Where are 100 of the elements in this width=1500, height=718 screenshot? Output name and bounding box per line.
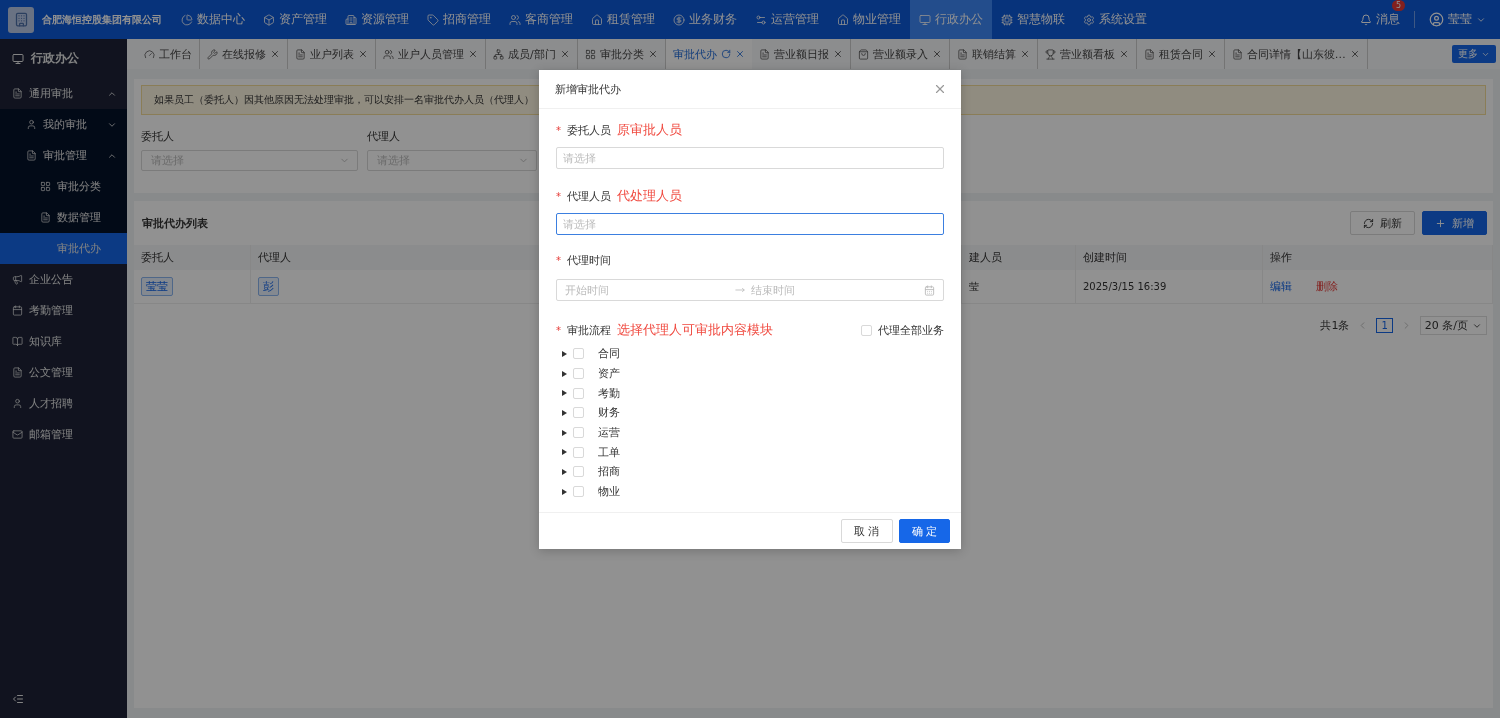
close-icon[interactable] — [734, 49, 745, 59]
column-header: 创建时间 — [1076, 245, 1263, 270]
page-number[interactable]: 1 — [1376, 318, 1393, 333]
sidebar-item[interactable]: 通用审批 — [0, 78, 127, 109]
tab[interactable]: 审批代办 — [665, 39, 752, 69]
sidebar-item[interactable]: 考勤管理 — [0, 295, 127, 326]
sidebar-item[interactable]: 审批管理 — [0, 140, 127, 171]
monitor-icon — [919, 13, 931, 26]
caret-icon — [562, 350, 567, 357]
pie-chart-icon — [181, 13, 193, 26]
chip-icon — [1001, 13, 1013, 26]
caret-icon — [562, 409, 567, 416]
more-button[interactable]: 更多 — [1452, 45, 1496, 63]
monitor-icon — [12, 52, 24, 65]
caret-icon — [562, 429, 567, 436]
checkbox[interactable] — [861, 324, 872, 336]
close-icon[interactable] — [832, 49, 843, 59]
checkbox[interactable] — [573, 446, 584, 458]
tag-icon — [427, 13, 439, 26]
close-icon[interactable] — [358, 49, 368, 59]
tab[interactable]: 联销结算 — [949, 39, 1038, 69]
tab[interactable]: 营业额看板 — [1037, 39, 1137, 69]
nav-item[interactable]: 运营管理 — [746, 0, 828, 39]
reload-icon[interactable] — [720, 49, 731, 59]
checkbox[interactable] — [573, 486, 584, 498]
checkbox[interactable] — [573, 427, 584, 439]
nav-item[interactable]: 行政办公 — [910, 0, 992, 39]
nav-item[interactable]: 客商管理 — [500, 0, 582, 39]
refresh-button[interactable]: 刷新 — [1350, 211, 1415, 235]
close-icon[interactable] — [1206, 49, 1217, 59]
caret-icon — [562, 468, 567, 475]
count-badge: 5 — [1392, 0, 1406, 11]
sidebar-item[interactable]: 公文管理 — [0, 357, 127, 388]
page-size-select[interactable]: 20 条/页 — [1419, 316, 1487, 335]
tab[interactable]: 营业额录入 — [850, 39, 950, 69]
cancel-button[interactable]: 取 消 — [841, 519, 893, 543]
nav-item[interactable]: 招商管理 — [418, 0, 500, 39]
tab[interactable]: 营业额日报 — [751, 39, 851, 69]
sidebar-item[interactable]: 审批分类 — [0, 171, 127, 202]
sidebar-item[interactable]: 人才招聘 — [0, 388, 127, 419]
nav-item[interactable]: 系统设置 — [1074, 0, 1156, 39]
house-icon — [591, 13, 603, 26]
close-icon[interactable] — [647, 49, 658, 59]
column-header: 操作 — [1263, 245, 1493, 270]
sidebar-item[interactable]: 数据管理 — [0, 202, 127, 233]
tab[interactable]: 租赁合同 — [1136, 39, 1225, 69]
close-icon[interactable] — [1118, 49, 1129, 59]
checkbox[interactable] — [573, 466, 584, 478]
delete-link[interactable]: 删除 — [1316, 279, 1338, 294]
checkbox[interactable] — [573, 368, 584, 380]
tab[interactable]: 合同详情【山东彼… — [1224, 39, 1368, 69]
tab[interactable]: 业户列表 — [288, 39, 376, 69]
checkbox[interactable] — [573, 348, 584, 360]
checkbox[interactable] — [573, 407, 584, 419]
document-icon — [40, 212, 51, 223]
gauge-icon — [144, 48, 155, 60]
tab[interactable]: 业户人员管理 — [376, 39, 486, 69]
tab[interactable]: 成员/部门 — [486, 39, 578, 69]
required-mark: * — [556, 255, 561, 266]
tab[interactable]: 在线报修 — [200, 39, 288, 69]
checkbox-label: 代理全部业务 — [878, 322, 944, 338]
close-icon[interactable] — [270, 49, 280, 59]
close-icon[interactable] — [1349, 49, 1360, 59]
nav-item[interactable]: 资源管理 — [336, 0, 418, 39]
close-icon[interactable] — [1019, 49, 1030, 59]
nav-item[interactable]: 租赁管理 — [582, 0, 664, 39]
users-icon — [509, 13, 521, 26]
calendar-icon — [924, 284, 935, 296]
document-icon — [12, 367, 23, 378]
close-icon[interactable] — [468, 49, 478, 59]
field-label: 委托人员 — [567, 123, 611, 138]
sidebar-header: 行政办公 — [0, 39, 127, 78]
user-icon — [26, 119, 37, 130]
collapse-icon[interactable] — [12, 693, 24, 705]
sidebar-item[interactable]: 邮箱管理 — [0, 419, 127, 450]
plus-icon — [1435, 217, 1446, 229]
nav-item[interactable]: 智慧物联 — [992, 0, 1074, 39]
nav-item[interactable]: 数据中心 — [172, 0, 254, 39]
user-menu[interactable]: 莹莹 — [1414, 11, 1486, 28]
close-icon[interactable] — [559, 49, 570, 59]
close-icon[interactable] — [933, 82, 947, 96]
nav-item[interactable]: 物业管理 — [828, 0, 910, 39]
sidebar-item[interactable]: 知识库 — [0, 326, 127, 357]
add-button[interactable]: 新增 — [1422, 211, 1487, 235]
table-cell: 莹 — [962, 270, 1076, 304]
messages-button[interactable]: 消息 — [1360, 9, 1400, 30]
sidebar-item[interactable]: 审批代办 — [0, 233, 127, 264]
sidebar-item[interactable]: 我的审批 — [0, 109, 127, 140]
tab[interactable]: 审批分类 — [577, 39, 666, 69]
checkbox[interactable] — [573, 387, 584, 399]
document-icon — [1143, 48, 1155, 60]
sidebar-item[interactable]: 企业公告 — [0, 264, 127, 295]
close-icon[interactable] — [931, 49, 942, 59]
nav-item[interactable]: 资产管理 — [254, 0, 336, 39]
edit-link[interactable]: 编辑 — [1270, 279, 1292, 294]
column-header: 建人员 — [962, 245, 1076, 270]
nav-item[interactable]: 业务财务 — [664, 0, 746, 39]
field-label: 代理时间 — [567, 253, 611, 268]
tab[interactable]: 工作台 — [137, 39, 200, 69]
confirm-button[interactable]: 确 定 — [898, 519, 950, 543]
